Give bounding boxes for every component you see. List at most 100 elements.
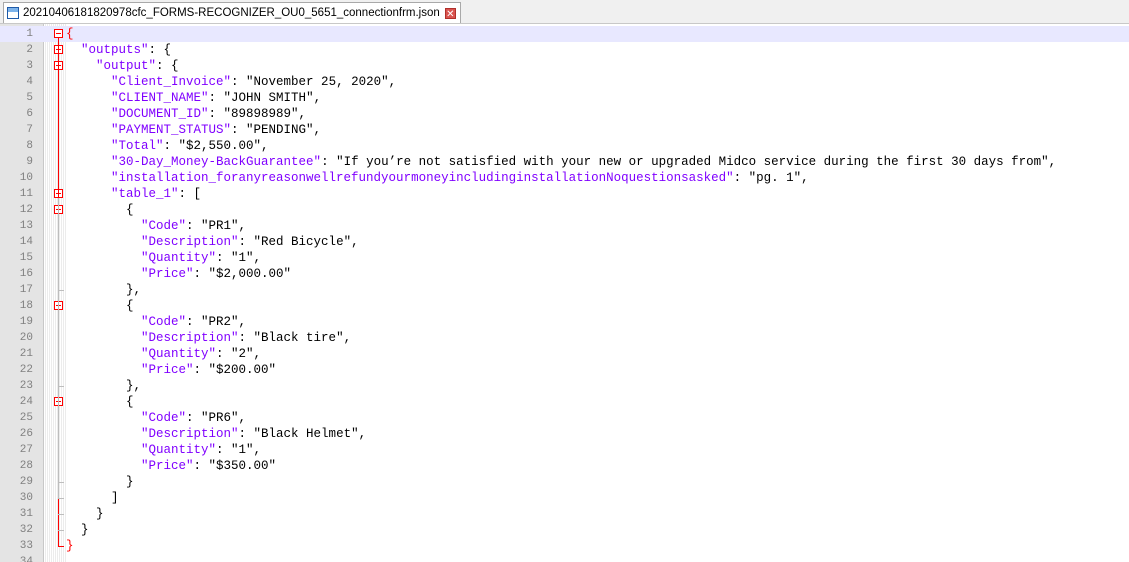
code-line[interactable]: 4 "Client_Invoice": "November 25, 2020", xyxy=(0,74,1129,90)
json-key: "Total" xyxy=(111,139,164,153)
code-line[interactable]: 25 "Code": "PR6", xyxy=(0,410,1129,426)
code-line[interactable]: 34 xyxy=(0,554,1129,562)
tab-json-file[interactable]: 20210406181820978cfc_FORMS-RECOGNIZER_OU… xyxy=(3,2,461,23)
code-line[interactable]: 31 } xyxy=(0,506,1129,522)
code-line[interactable]: 23 }, xyxy=(0,378,1129,394)
json-token: : "pg. 1", xyxy=(733,171,809,185)
code-text[interactable]: } xyxy=(66,522,89,538)
code-text[interactable]: "Price": "$200.00" xyxy=(66,362,276,378)
code-text[interactable]: "Code": "PR2", xyxy=(66,314,246,330)
code-text[interactable]: ] xyxy=(66,490,119,506)
json-token: : "PR1", xyxy=(186,219,247,233)
json-key: "table_1" xyxy=(111,187,179,201)
json-key: "Code" xyxy=(141,315,187,329)
code-text[interactable]: } xyxy=(66,538,74,554)
code-text[interactable]: "Total": "$2,550.00", xyxy=(66,138,269,154)
code-text[interactable]: "Price": "$2,000.00" xyxy=(66,266,291,282)
code-line[interactable]: 27 "Quantity": "1", xyxy=(0,442,1129,458)
code-line[interactable]: 6 "DOCUMENT_ID": "89898989", xyxy=(0,106,1129,122)
code-line[interactable]: 22 "Price": "$200.00" xyxy=(0,362,1129,378)
code-text[interactable]: "CLIENT_NAME": "JOHN SMITH", xyxy=(66,90,321,106)
json-key: "Price" xyxy=(141,459,194,473)
code-line[interactable]: 18 { xyxy=(0,298,1129,314)
json-token: : "PR2", xyxy=(186,315,247,329)
code-text[interactable]: }, xyxy=(66,378,141,394)
code-line[interactable]: 29 } xyxy=(0,474,1129,490)
code-text[interactable]: "installation_foranyreasonwellrefundyour… xyxy=(66,170,809,186)
code-line[interactable]: 12 { xyxy=(0,202,1129,218)
code-text[interactable]: "Description": "Red Bicycle", xyxy=(66,234,359,250)
line-number: 17 xyxy=(19,284,33,296)
code-text[interactable]: { xyxy=(66,26,74,42)
code-text[interactable]: { xyxy=(66,394,134,410)
code-text[interactable]: "Client_Invoice": "November 25, 2020", xyxy=(66,74,396,90)
json-key: "CLIENT_NAME" xyxy=(111,91,209,105)
json-key: "Quantity" xyxy=(141,347,217,361)
code-line[interactable]: 33} xyxy=(0,538,1129,554)
code-line[interactable]: 7 "PAYMENT_STATUS": "PENDING", xyxy=(0,122,1129,138)
code-line[interactable]: 1{ xyxy=(0,26,1129,42)
code-line[interactable]: 11 "table_1": [ xyxy=(0,186,1129,202)
code-text[interactable]: { xyxy=(66,298,134,314)
code-text[interactable]: "Quantity": "2", xyxy=(66,346,261,362)
code-line[interactable]: 26 "Description": "Black Helmet", xyxy=(0,426,1129,442)
json-key: "Quantity" xyxy=(141,251,217,265)
code-line[interactable]: 3 "output": { xyxy=(0,58,1129,74)
code-text[interactable]: "Code": "PR6", xyxy=(66,410,246,426)
json-token: : "Black Helmet", xyxy=(238,427,367,441)
code-text[interactable]: }, xyxy=(66,282,141,298)
code-text[interactable]: "Description": "Black tire", xyxy=(66,330,351,346)
json-token: } xyxy=(81,523,89,537)
line-number: 31 xyxy=(19,508,33,520)
code-text[interactable]: } xyxy=(66,506,104,522)
line-number: 27 xyxy=(19,444,33,456)
code-text[interactable]: } xyxy=(66,474,134,490)
json-token: } xyxy=(66,539,74,553)
code-line[interactable]: 15 "Quantity": "1", xyxy=(0,250,1129,266)
code-text[interactable]: "table_1": [ xyxy=(66,186,201,202)
code-line[interactable]: 24 { xyxy=(0,394,1129,410)
line-number: 7 xyxy=(26,124,33,136)
code-text[interactable]: "DOCUMENT_ID": "89898989", xyxy=(66,106,306,122)
json-token: } xyxy=(96,507,104,521)
code-editor[interactable]: 1{2 "outputs": {3 "output": {4 "Client_I… xyxy=(0,24,1129,562)
code-line[interactable]: 2 "outputs": { xyxy=(0,42,1129,58)
fold-end-marker xyxy=(58,546,64,547)
code-text[interactable]: "outputs": { xyxy=(66,42,171,58)
code-text[interactable]: "output": { xyxy=(66,58,179,74)
code-line[interactable]: 8 "Total": "$2,550.00", xyxy=(0,138,1129,154)
code-text[interactable]: "Price": "$350.00" xyxy=(66,458,276,474)
code-text[interactable]: { xyxy=(66,202,134,218)
code-line[interactable]: 19 "Code": "PR2", xyxy=(0,314,1129,330)
fold-guide xyxy=(58,310,59,386)
code-line[interactable]: 28 "Price": "$350.00" xyxy=(0,458,1129,474)
code-text[interactable]: "30-Day_Money-BackGuarantee": "If you’re… xyxy=(66,154,1056,170)
code-text[interactable]: "Description": "Black Helmet", xyxy=(66,426,366,442)
code-line[interactable]: 20 "Description": "Black tire", xyxy=(0,330,1129,346)
json-token: { xyxy=(126,203,134,217)
json-token: : [ xyxy=(178,187,202,201)
line-number: 3 xyxy=(26,60,33,72)
code-line[interactable]: 14 "Description": "Red Bicycle", xyxy=(0,234,1129,250)
code-line[interactable]: 30 ] xyxy=(0,490,1129,506)
code-line[interactable]: 10 "installation_foranyreasonwellrefundy… xyxy=(0,170,1129,186)
fold-minus-icon[interactable] xyxy=(54,29,63,38)
code-text[interactable]: "Quantity": "1", xyxy=(66,250,261,266)
code-line[interactable]: 16 "Price": "$2,000.00" xyxy=(0,266,1129,282)
code-line[interactable]: 5 "CLIENT_NAME": "JOHN SMITH", xyxy=(0,90,1129,106)
code-line[interactable]: 9 "30-Day_Money-BackGuarantee": "If you’… xyxy=(0,154,1129,170)
code-text[interactable]: "PAYMENT_STATUS": "PENDING", xyxy=(66,122,321,138)
code-line[interactable]: 21 "Quantity": "2", xyxy=(0,346,1129,362)
code-line[interactable]: 17 }, xyxy=(0,282,1129,298)
json-token: : "JOHN SMITH", xyxy=(208,91,322,105)
code-line[interactable]: 32 } xyxy=(0,522,1129,538)
code-text[interactable]: "Code": "PR1", xyxy=(66,218,246,234)
line-number: 1 xyxy=(26,28,33,40)
code-text[interactable]: "Quantity": "1", xyxy=(66,442,261,458)
code-line[interactable]: 13 "Code": "PR1", xyxy=(0,218,1129,234)
tab-title: 20210406181820978cfc_FORMS-RECOGNIZER_OU… xyxy=(23,7,440,19)
json-token: : "PR6", xyxy=(186,411,247,425)
line-number: 15 xyxy=(19,252,33,264)
line-number: 9 xyxy=(26,156,33,168)
close-icon[interactable]: ✕ xyxy=(444,7,456,20)
